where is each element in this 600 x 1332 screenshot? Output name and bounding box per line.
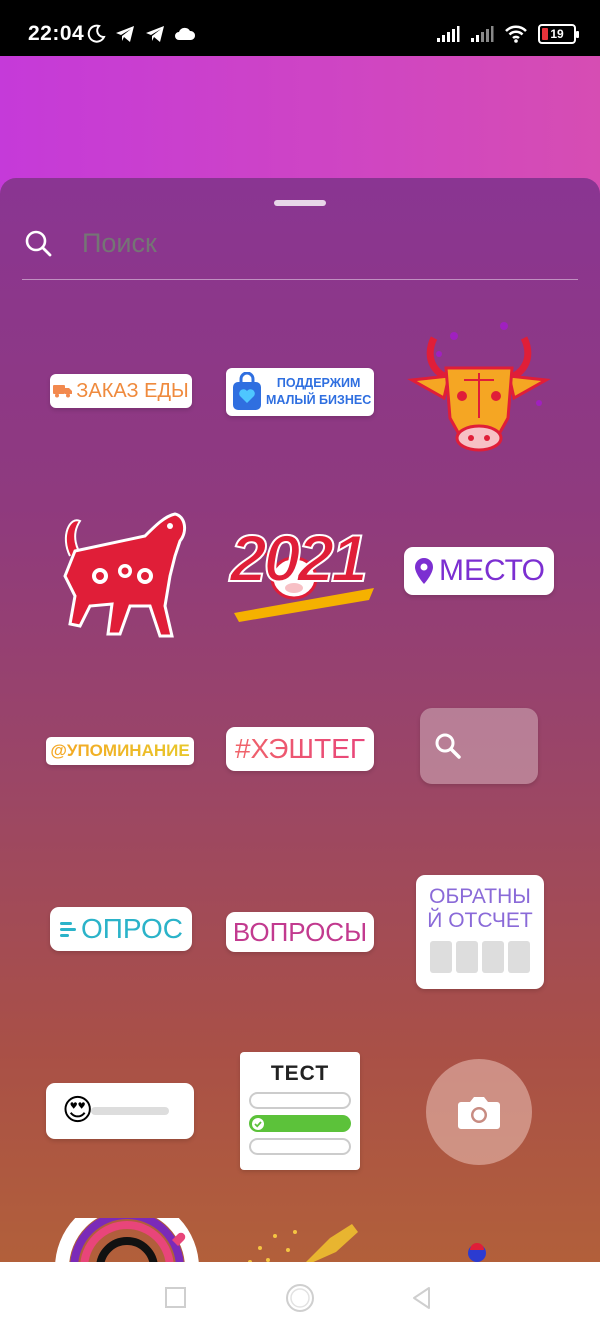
telegram-icon [116,26,134,42]
check-icon [252,1117,264,1130]
food-order-sticker[interactable]: ЗАКАЗ ЕДЫ [50,374,192,408]
trumpet-confetti-sticker[interactable] [240,1218,370,1268]
back-button[interactable] [410,1286,434,1310]
slider-track [91,1107,170,1115]
countdown-sticker[interactable]: ОБРАТНЫ Й ОТСЧЕТ [416,875,544,989]
poll-lines-icon [60,922,77,937]
search-input[interactable] [82,228,482,259]
countdown-line-2: Й ОТСЧЕТ [427,909,533,932]
status-system-icons: 19 [436,24,579,44]
telegram-icon [146,26,164,42]
mention-label: @УПОМИНАНИЕ [50,741,190,760]
signal-icon [471,26,494,42]
quiz-option [249,1092,351,1109]
small-business-line-2: МАЛЫЙ БИЗНЕС [266,393,372,407]
small-business-sticker[interactable]: ПОДДЕРЖИМ МАЛЫЙ БИЗНЕС [226,368,374,416]
quiz-sticker[interactable]: ТЕСТ [240,1052,360,1170]
heart-eyes-emoji: 😍 [62,1093,94,1128]
red-papercut-ox-sticker[interactable] [50,496,190,646]
year-2021-sticker[interactable]: 2021 [224,518,376,622]
location-sticker[interactable]: МЕСТО [404,547,554,595]
recent-apps-button[interactable] [164,1286,188,1310]
search-bar[interactable] [22,224,578,280]
shopping-bag-icon [233,372,261,410]
poll-sticker[interactable]: ОПРОС [50,907,192,951]
year-2021-label: 2021 [229,520,369,596]
camera-sticker[interactable] [426,1059,532,1165]
sticker-sheet: ЗАКАЗ ЕДЫ ПОДДЕРЖИМ МАЛЫЙ БИЗНЕС [0,178,600,1268]
mention-sticker[interactable]: @УПОМИНАНИЕ [46,737,194,765]
location-pin-icon [415,558,433,584]
battery-icon: 19 [538,24,579,44]
camera-icon [458,1097,500,1129]
food-order-label: ЗАКАЗ ЕДЫ [76,379,189,402]
hashtag-label: #ХЭШТЕГ [234,733,366,764]
countdown-digit-box [430,941,452,973]
countdown-line-1: ОБРАТНЫ [429,885,531,908]
countdown-digit-box [456,941,478,973]
system-navigation-bar [0,1262,600,1332]
rainbow-sticker[interactable] [52,1218,202,1268]
battery-fill [542,28,548,40]
quiz-title: ТЕСТ [270,1062,330,1085]
quiz-option [249,1138,351,1155]
drag-handle[interactable] [274,200,326,206]
location-label: МЕСТО [439,554,545,587]
countdown-digit-box [508,941,530,973]
wifi-icon [505,25,527,43]
home-button[interactable] [284,1282,316,1314]
poll-label: ОПРОС [81,913,183,944]
countdown-digit-box [482,941,504,973]
quiz-option-correct [249,1115,351,1132]
questions-sticker[interactable]: ВОПРОСЫ [226,912,374,952]
status-time: 22:04 [28,22,85,45]
emoji-slider-sticker[interactable]: 😍 [46,1083,194,1139]
countdown-digit-boxes [430,941,530,973]
hashtag-sticker[interactable]: #ХЭШТЕГ [226,727,374,771]
golden-ox-sticker[interactable] [404,318,554,468]
cloud-icon [175,27,196,40]
small-business-line-1: ПОДДЕРЖИМ [276,376,361,390]
status-bar: 22:04 19 [0,0,600,56]
truck-icon [53,385,73,398]
moon-icon [87,24,106,43]
search-icon [25,230,52,257]
status-notification-icons [86,24,196,44]
search-icon [435,733,461,759]
battery-level: 19 [550,27,564,41]
questions-label: ВОПРОСЫ [232,916,368,947]
signal-icon [437,26,460,42]
gif-search-sticker[interactable] [420,708,538,784]
